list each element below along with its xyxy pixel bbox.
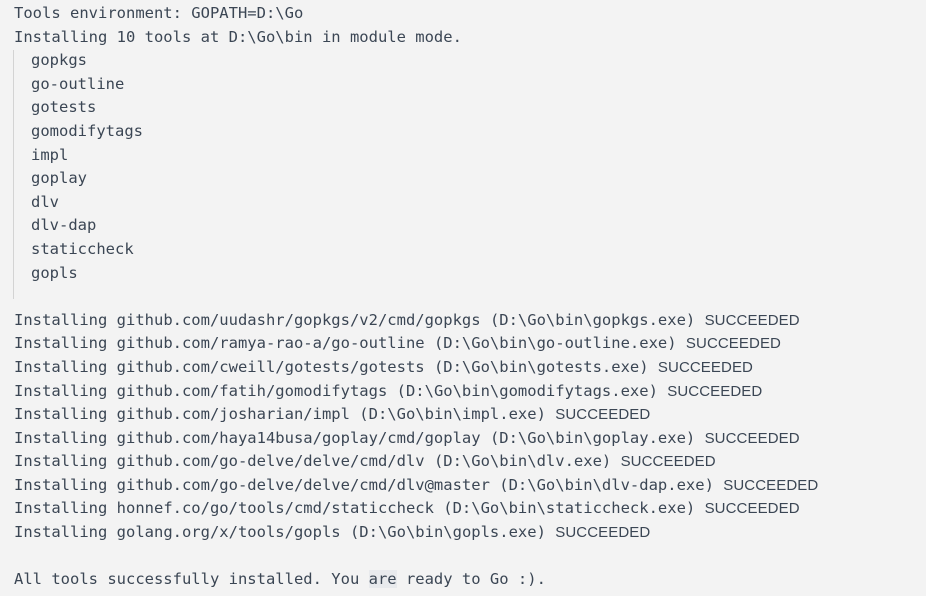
install-prefix: Installing (14, 452, 117, 471)
install-target-path: (D:\Go\bin\goplay.exe) (480, 428, 705, 447)
tool-list-item: gopkgs (31, 51, 87, 70)
install-status: SUCCEEDED (657, 358, 753, 376)
install-status: SUCCEEDED (555, 406, 651, 424)
install-target-path: (D:\Go\bin\gomodifytags.exe) (387, 381, 668, 400)
install-target-path: (D:\Go\bin\gopls.exe) (340, 523, 556, 542)
install-result-row: Installing github.com/josharian/impl (D:… (0, 403, 926, 427)
install-prefix: Installing (14, 310, 117, 329)
install-result-row: Installing github.com/haya14busa/goplay/… (0, 427, 926, 451)
install-prefix: Installing (14, 428, 117, 447)
install-status: SUCCEEDED (704, 429, 800, 447)
tool-list: gopkgs go-outline gotests gomodifytags i… (0, 49, 926, 300)
install-result-row: Installing github.com/cweill/gotests/got… (0, 356, 926, 380)
install-target-path: (D:\Go\bin\dlv-dap.exe) (489, 475, 724, 494)
install-status: SUCCEEDED (704, 311, 800, 329)
install-package: github.com/go-delve/delve/cmd/dlv@master (116, 475, 490, 494)
tool-list-item: gomodifytags (31, 121, 143, 140)
tool-list-item: gotests (31, 98, 97, 117)
install-package: github.com/go-delve/delve/cmd/dlv (116, 452, 425, 471)
install-target-path: (D:\Go\bin\staticcheck.exe) (433, 499, 705, 518)
completion-message-part2: ready to Go :). (396, 570, 546, 589)
install-target-path: (D:\Go\bin\gotests.exe) (424, 357, 658, 376)
install-package: github.com/ramya-rao-a/go-outline (116, 334, 425, 353)
install-result-row: Installing github.com/go-delve/delve/cmd… (0, 474, 926, 498)
tool-list-item: dlv-dap (31, 216, 97, 235)
install-prefix: Installing (14, 523, 117, 542)
install-package: github.com/josharian/impl (116, 405, 350, 424)
completion-message-highlight: are (368, 570, 397, 589)
install-status: SUCCEEDED (667, 382, 763, 400)
completion-message-line: All tools successfully installed. You ar… (0, 568, 926, 592)
tool-list-item: impl (31, 145, 69, 164)
install-result-row: Installing honnef.co/go/tools/cmd/static… (0, 497, 926, 521)
install-prefix: Installing (14, 475, 117, 494)
install-result-row: Installing github.com/go-delve/delve/cmd… (0, 450, 926, 474)
install-target-path: (D:\Go\bin\go-outline.exe) (424, 334, 686, 353)
tools-environment-line: Tools environment: GOPATH=D:\Go (14, 4, 304, 22)
install-package: honnef.co/go/tools/cmd/staticcheck (116, 499, 434, 518)
install-package: github.com/cweill/gotests/gotests (116, 357, 425, 376)
tool-list-item: dlv (31, 192, 59, 211)
install-prefix: Installing (14, 334, 117, 353)
tool-list-item: goplay (31, 169, 87, 188)
install-status: SUCCEEDED (723, 476, 819, 494)
install-target-path: (D:\Go\bin\impl.exe) (349, 405, 556, 424)
install-status: SUCCEEDED (620, 453, 716, 471)
completion-message-part1: All tools successfully installed. You (14, 570, 369, 589)
install-result-row: Installing golang.org/x/tools/gopls (D:\… (0, 521, 926, 545)
install-status: SUCCEEDED (685, 335, 781, 353)
install-package: github.com/uudashr/gopkgs/v2/cmd/gopkgs (116, 310, 481, 329)
install-result-row: Installing github.com/fatih/gomodifytags… (0, 380, 926, 404)
install-result-row: Installing github.com/ramya-rao-a/go-out… (0, 332, 926, 356)
install-prefix: Installing (14, 381, 117, 400)
install-target-path: (D:\Go\bin\gopkgs.exe) (480, 310, 705, 329)
install-prefix: Installing (14, 499, 117, 518)
tool-list-item: gopls (31, 263, 78, 282)
install-prefix: Installing (14, 405, 117, 424)
install-status: SUCCEEDED (704, 500, 800, 518)
tool-list-item: staticcheck (31, 239, 134, 258)
install-result-row: Installing github.com/uudashr/gopkgs/v2/… (0, 309, 926, 333)
install-package: github.com/fatih/gomodifytags (116, 381, 388, 400)
install-prefix: Installing (14, 357, 117, 376)
install-target-path: (D:\Go\bin\dlv.exe) (424, 452, 621, 471)
install-status: SUCCEEDED (555, 524, 651, 542)
installing-summary-line: Installing 10 tools at D:\Go\bin in modu… (14, 27, 462, 46)
indent-guide-rule (13, 50, 14, 300)
install-package: golang.org/x/tools/gopls (116, 523, 341, 542)
tool-list-item: go-outline (31, 74, 125, 93)
install-package: github.com/haya14busa/goplay/cmd/goplay (116, 428, 481, 447)
go-tools-output-panel[interactable]: Tools environment: GOPATH=D:\Go Installi… (0, 0, 926, 596)
